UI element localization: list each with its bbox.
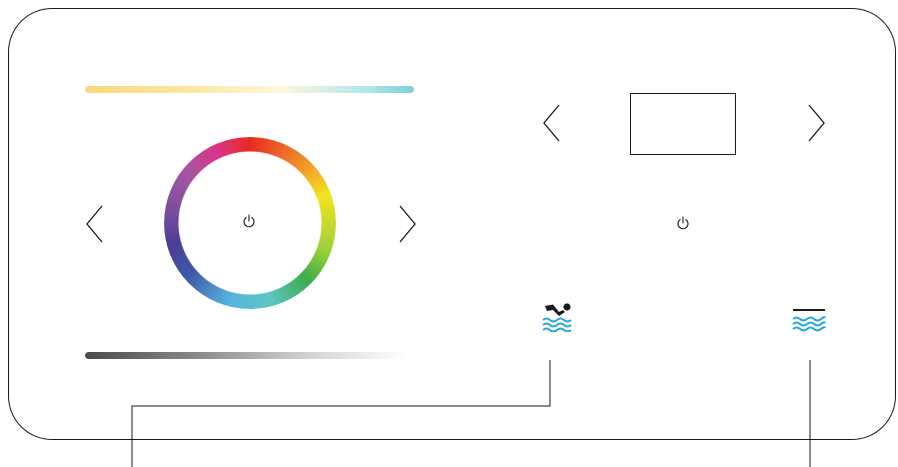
- leader-lines: [0, 0, 898, 467]
